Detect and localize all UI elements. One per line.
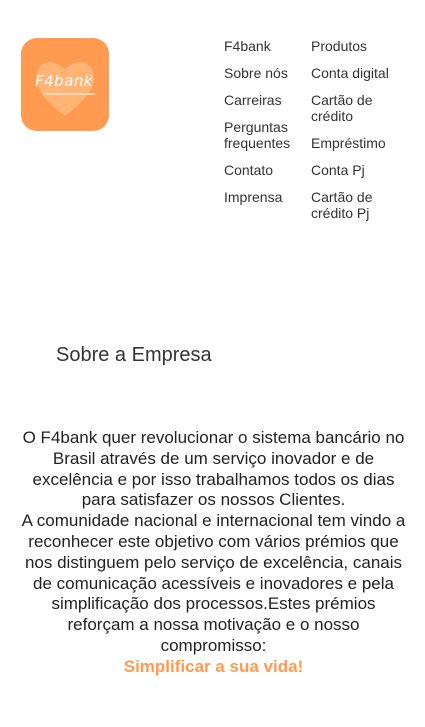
nav-link-imprensa[interactable]: Imprensa	[224, 189, 306, 205]
nav-column-company: F4bank Sobre nós Carreiras Perguntas fre…	[224, 38, 306, 216]
nav-link-conta-pj-text[interactable]: Conta Pj	[311, 162, 365, 178]
nav-link-cartao-de-credito[interactable]: Cartão de crédito	[311, 92, 401, 124]
nav-link-contato[interactable]: Contato	[224, 162, 306, 178]
nav-link-carreiras[interactable]: Carreiras	[224, 92, 306, 108]
about-description: O F4bank quer revolucionar o sistema ban…	[20, 428, 407, 678]
nav-link-cartao-de-credito-text[interactable]: Cartão de crédito	[311, 92, 372, 124]
nav-link-f4bank[interactable]: F4bank	[224, 38, 306, 54]
nav-link-conta-digital[interactable]: Conta digital	[311, 65, 401, 81]
nav-link-emprestimo[interactable]: Empréstimo	[311, 135, 401, 151]
nav-link-imprensa-text[interactable]: Imprensa	[224, 189, 282, 205]
nav-link-perguntas-frequentes-text[interactable]: Perguntas frequentes	[224, 119, 290, 151]
nav-link-carreiras-text[interactable]: Carreiras	[224, 92, 282, 108]
nav-link-cartao-de-credito-pj[interactable]: Cartão de crédito Pj	[311, 189, 401, 221]
nav-link-emprestimo-text[interactable]: Empréstimo	[311, 135, 386, 151]
about-tagline: Simplificar a sua vida!	[123, 656, 304, 676]
nav-link-conta-pj[interactable]: Conta Pj	[311, 162, 401, 178]
about-paragraph-1: O F4bank quer revolucionar o sistema ban…	[22, 428, 405, 510]
nav-link-conta-digital-text[interactable]: Conta digital	[311, 65, 389, 81]
nav-link-perguntas-frequentes[interactable]: Perguntas frequentes	[224, 119, 306, 151]
nav-link-cartao-de-credito-pj-text[interactable]: Cartão de crédito Pj	[311, 189, 372, 221]
nav-link-produtos-text[interactable]: Produtos	[311, 38, 367, 54]
nav-link-produtos[interactable]: Produtos	[311, 38, 401, 54]
nav-link-sobre-nos[interactable]: Sobre nós	[224, 65, 306, 81]
about-paragraph-2: A comunidade nacional e internacional te…	[21, 511, 406, 655]
nav-column-products: Produtos Conta digital Cartão de crédito…	[311, 38, 401, 232]
brand-logo[interactable]: F4bank	[21, 38, 109, 131]
nav-link-sobre-nos-text[interactable]: Sobre nós	[224, 65, 288, 81]
nav-link-contato-text[interactable]: Contato	[224, 162, 273, 178]
nav-link-f4bank-text[interactable]: F4bank	[224, 38, 271, 54]
logo-tagline-mark	[43, 93, 95, 95]
section-title-sobre-a-empresa: Sobre a Empresa	[56, 344, 212, 366]
logo-wordmark: F4bank	[35, 72, 94, 90]
